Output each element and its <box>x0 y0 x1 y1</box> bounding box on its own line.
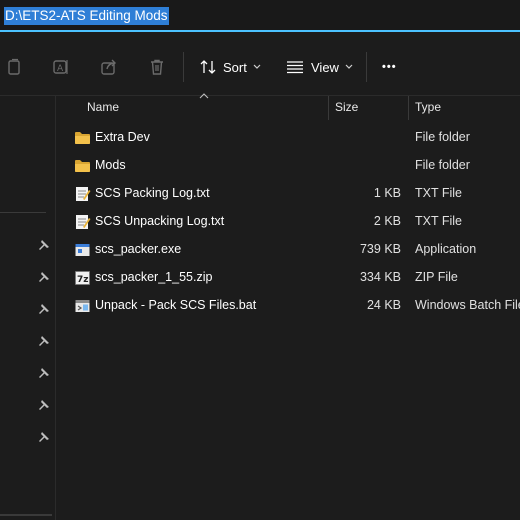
file-type: Windows Batch File <box>415 298 520 312</box>
delete-icon[interactable] <box>148 58 166 76</box>
file-row[interactable]: Extra Dev File folder <box>57 124 520 152</box>
column-separator[interactable] <box>408 96 409 120</box>
pin-icon[interactable] <box>38 367 50 379</box>
zip-file-icon: 7z <box>75 271 90 285</box>
sort-label: Sort <box>223 59 247 75</box>
chevron-down-icon <box>345 64 353 69</box>
pin-icon[interactable] <box>38 335 50 347</box>
sort-button[interactable]: Sort <box>199 56 261 78</box>
file-size: 1 KB <box>373 186 401 200</box>
file-name: Extra Dev <box>95 130 150 144</box>
svg-text:A: A <box>57 64 64 74</box>
view-icon <box>287 61 303 74</box>
command-bar: A Sort View ••• <box>0 34 520 96</box>
address-path[interactable]: D:\ETS2-ATS Editing Mods <box>4 7 169 25</box>
file-name: Mods <box>95 158 126 172</box>
pin-icon[interactable] <box>38 239 50 251</box>
file-row[interactable]: Mods File folder <box>57 152 520 180</box>
address-bar[interactable]: D:\ETS2-ATS Editing Mods <box>0 0 520 32</box>
file-size: 2 KB <box>373 214 401 228</box>
toolbar-separator <box>366 52 367 82</box>
pin-icon[interactable] <box>38 399 50 411</box>
file-type: ZIP File <box>415 270 458 284</box>
copy-icon[interactable] <box>5 58 23 76</box>
share-icon[interactable] <box>100 58 118 76</box>
file-size: 739 KB <box>359 242 401 256</box>
pin-icon[interactable] <box>38 303 50 315</box>
navigation-pane <box>0 96 56 520</box>
column-size[interactable]: Size <box>335 100 358 114</box>
more-options-icon: ••• <box>382 61 397 73</box>
more-options-button[interactable]: ••• <box>382 56 397 78</box>
text-file-icon <box>76 215 91 229</box>
file-name: scs_packer_1_55.zip <box>95 270 213 284</box>
column-name[interactable]: Name <box>87 100 119 114</box>
file-row[interactable]: scs_packer.exe 739 KB Application <box>57 236 520 264</box>
view-label: View <box>311 59 339 75</box>
sort-ascending-icon <box>199 93 209 99</box>
file-type: File folder <box>415 158 470 172</box>
file-row[interactable]: SCS Unpacking Log.txt 2 KB TXT File <box>57 208 520 236</box>
folder-icon <box>75 132 90 144</box>
file-size: 334 KB <box>359 270 401 284</box>
exe-file-icon <box>75 244 90 256</box>
file-type: TXT File <box>415 186 462 200</box>
file-size: 24 KB <box>366 298 401 312</box>
bat-file-icon <box>75 300 90 312</box>
rename-icon[interactable]: A <box>52 58 70 76</box>
chevron-down-icon <box>253 64 261 69</box>
column-separator[interactable] <box>328 96 329 120</box>
sidebar-divider <box>0 212 46 213</box>
svg-text:7z: 7z <box>77 275 89 285</box>
pin-icon[interactable] <box>38 431 50 443</box>
file-row[interactable]: Unpack - Pack SCS Files.bat 24 KB Window… <box>57 292 520 320</box>
file-name: SCS Packing Log.txt <box>95 186 210 200</box>
sidebar-scrollbar[interactable] <box>0 514 52 516</box>
file-type: Application <box>415 242 477 256</box>
view-button[interactable]: View <box>286 56 353 78</box>
folder-icon <box>75 160 90 172</box>
toolbar-separator <box>183 52 184 82</box>
file-row[interactable]: 7z scs_packer_1_55.zip 334 KB ZIP File <box>57 264 520 292</box>
column-header-row: Name Size Type <box>57 93 520 120</box>
sort-icon <box>200 60 216 74</box>
text-file-icon <box>76 187 91 201</box>
file-type: TXT File <box>415 214 462 228</box>
file-list: Name Size Type Extra Dev File folder Mod… <box>57 93 520 520</box>
file-name: scs_packer.exe <box>95 242 182 256</box>
pin-icon[interactable] <box>38 271 50 283</box>
column-type[interactable]: Type <box>415 100 441 114</box>
file-row[interactable]: SCS Packing Log.txt 1 KB TXT File <box>57 180 520 208</box>
file-type: File folder <box>415 130 470 144</box>
file-name: SCS Unpacking Log.txt <box>95 214 225 228</box>
file-name: Unpack - Pack SCS Files.bat <box>95 298 257 312</box>
